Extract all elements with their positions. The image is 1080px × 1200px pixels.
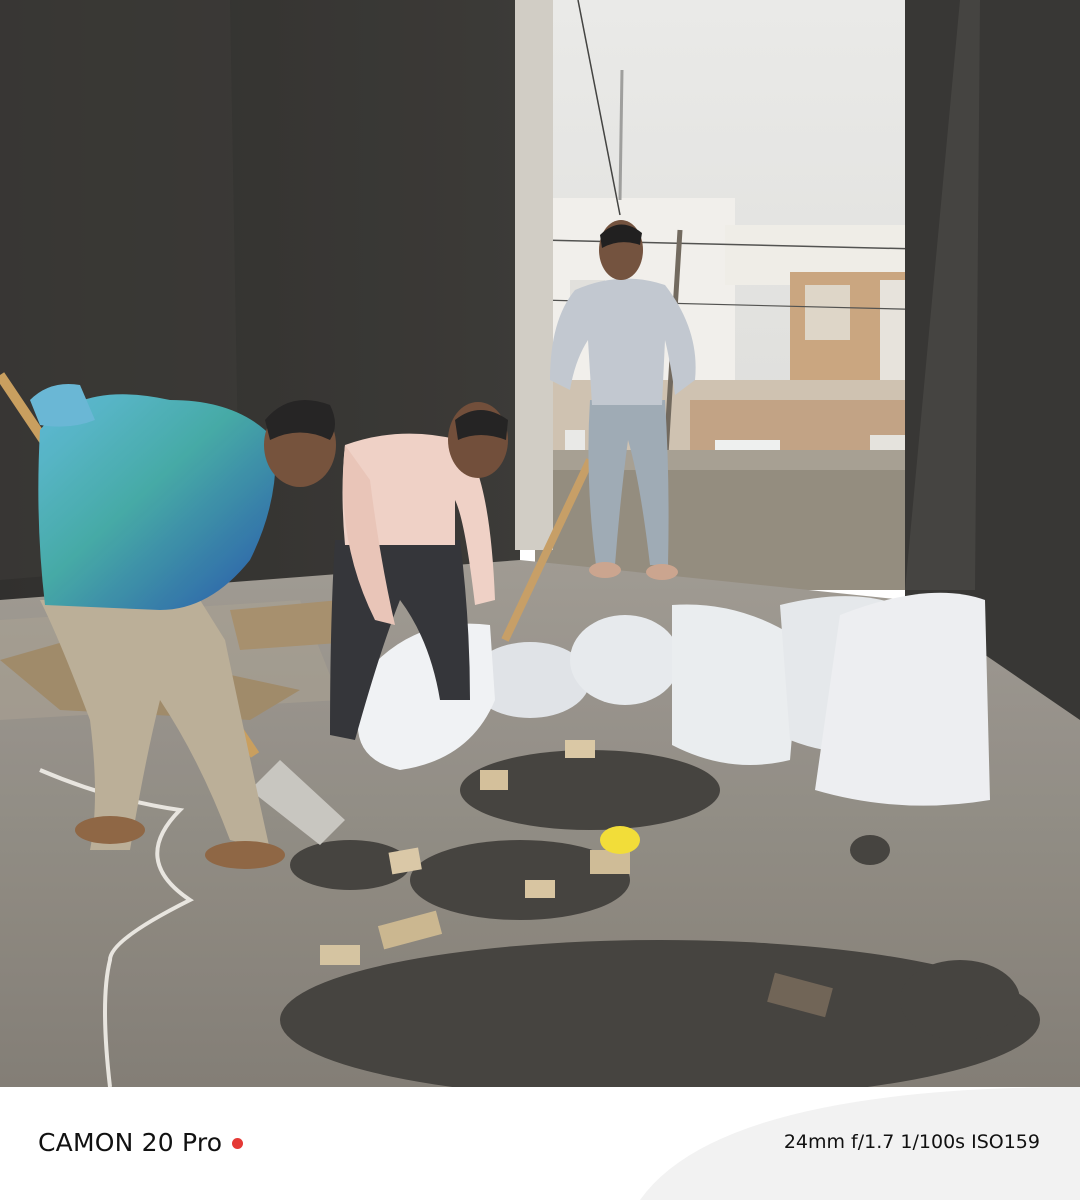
camera-model-name: CAMON 20 Pro bbox=[38, 1127, 223, 1157]
red-dot-icon bbox=[232, 1137, 244, 1149]
photo bbox=[0, 0, 1080, 1087]
camera-model: CAMON 20 Pro bbox=[38, 1124, 244, 1160]
exif-info: 24mm f/1.7 1/100s ISO159 bbox=[783, 1131, 1040, 1153]
